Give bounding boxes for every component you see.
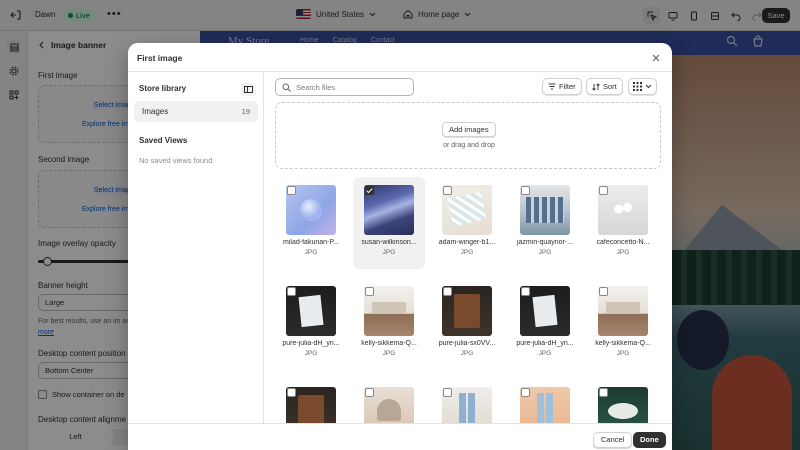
file-tile[interactable]: adam-winger-b1... JPG	[431, 177, 503, 269]
done-button[interactable]: Done	[633, 432, 666, 448]
file-type: JPG	[616, 249, 630, 256]
file-name: kelly-sikkema-Q...	[595, 340, 651, 347]
sort-icon	[592, 82, 600, 91]
file-checkbox[interactable]	[599, 287, 608, 296]
file-tile[interactable]: pure-julia-dH_yn... JPG	[509, 278, 581, 370]
file-name: jazmin-quaynor-...	[516, 239, 574, 246]
chevron-down-icon	[645, 84, 652, 89]
file-type: JPG	[460, 350, 474, 357]
saved-views-heading: Saved Views	[139, 136, 188, 145]
search-input[interactable]	[296, 81, 408, 94]
file-type: JPG	[304, 350, 318, 357]
file-type: JPG	[382, 249, 396, 256]
cancel-button[interactable]: Cancel	[593, 432, 633, 448]
file-checkbox[interactable]	[287, 287, 296, 296]
file-checkbox[interactable]	[599, 388, 608, 397]
modal-title: First image	[137, 53, 183, 63]
file-name: pure-julia-dH_yn...	[282, 340, 340, 347]
images-count: 19	[241, 107, 250, 116]
modal-sidebar: Store library Images 19 Saved Views No s…	[128, 72, 264, 423]
close-icon[interactable]	[650, 52, 662, 64]
file-name: pure-julia-dH_yn...	[516, 340, 574, 347]
filter-icon	[548, 83, 556, 90]
file-name: adam-winger-b1...	[438, 239, 496, 246]
file-checkbox[interactable]	[521, 287, 530, 296]
file-tile[interactable]: kelly-sikkema-Q... JPG	[353, 278, 425, 370]
file-checkbox[interactable]	[599, 186, 608, 195]
file-type: JPG	[382, 350, 396, 357]
drag-drop-hint: or drag and drop	[443, 142, 495, 149]
search-field[interactable]	[275, 78, 414, 96]
upload-dropzone[interactable]: Add images or drag and drop	[275, 102, 661, 169]
view-toggle-button[interactable]	[628, 78, 657, 95]
file-type: JPG	[304, 249, 318, 256]
file-checkbox[interactable]	[287, 186, 296, 195]
filter-button[interactable]: Filter	[542, 78, 582, 95]
collapse-sidebar-icon[interactable]	[241, 83, 256, 96]
file-type: JPG	[538, 249, 552, 256]
file-tile[interactable]: milad-fakurian-P... JPG	[275, 177, 347, 269]
file-tile[interactable]: jazmin-quaynor-... JPG	[509, 177, 581, 269]
file-tile[interactable]: susan-wilkinson... JPG	[353, 177, 425, 269]
file-type: JPG	[616, 350, 630, 357]
file-checkbox[interactable]	[521, 186, 530, 195]
filter-label: Filter	[559, 82, 576, 91]
file-checkbox-checked[interactable]	[365, 186, 374, 195]
file-checkbox[interactable]	[443, 186, 452, 195]
file-name: kelly-sikkema-Q...	[361, 340, 417, 347]
file-name: milad-fakurian-P...	[283, 239, 339, 246]
store-library-heading: Store library	[139, 84, 187, 93]
modal-footer: Cancel Done	[128, 423, 672, 450]
file-checkbox[interactable]	[287, 388, 296, 397]
file-name: cafeconcetto-N...	[596, 239, 650, 246]
file-checkbox[interactable]	[443, 287, 452, 296]
file-type: JPG	[538, 350, 552, 357]
file-tile[interactable]: pure-julia-sx0VV... JPG	[431, 278, 503, 370]
file-tile[interactable]: kelly-sikkema-Q... JPG	[587, 278, 659, 370]
sort-label: Sort	[603, 82, 617, 91]
sidebar-item-label: Images	[142, 107, 169, 116]
file-checkbox[interactable]	[443, 388, 452, 397]
file-type: JPG	[460, 249, 474, 256]
grid-view-icon	[633, 82, 642, 91]
file-checkbox[interactable]	[521, 388, 530, 397]
file-tile[interactable]: cafeconcetto-N... JPG	[587, 177, 659, 269]
no-saved-views-text: No saved views found	[139, 156, 213, 165]
file-picker-modal: First image Store library Images 19 Save…	[128, 43, 672, 450]
sort-button[interactable]: Sort	[586, 78, 623, 95]
modal-main: Filter Sort Add images or drag and drop …	[264, 72, 672, 437]
sidebar-item-images[interactable]: Images 19	[134, 101, 258, 122]
file-checkbox[interactable]	[365, 388, 374, 397]
add-images-button[interactable]: Add images	[442, 122, 496, 137]
modal-header: First image	[128, 43, 672, 72]
file-name: susan-wilkinson...	[361, 239, 417, 246]
search-icon	[282, 83, 291, 92]
file-name: pure-julia-sx0VV...	[438, 340, 496, 347]
file-tile[interactable]: pure-julia-dH_yn... JPG	[275, 278, 347, 370]
file-checkbox[interactable]	[365, 287, 374, 296]
